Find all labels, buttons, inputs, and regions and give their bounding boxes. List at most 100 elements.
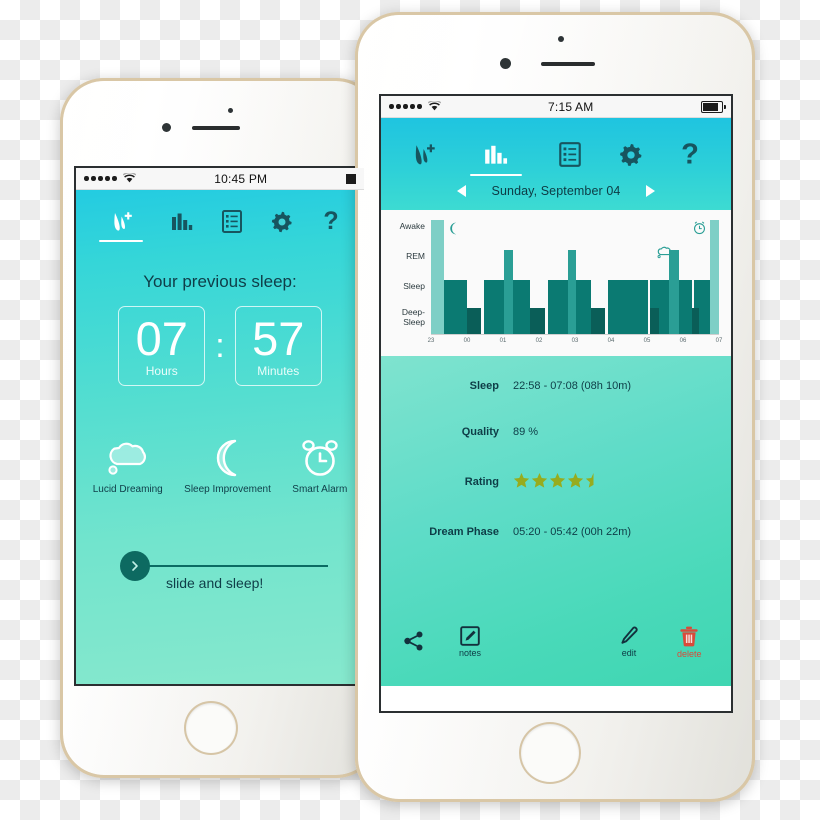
leaf-plus-icon: [114, 211, 132, 231]
left-home-button[interactable]: [186, 703, 236, 753]
action-toolbar: notes edit delete: [381, 626, 731, 672]
sleep-segment-bar: [567, 250, 577, 334]
left-status-bar: 10:45 PM: [76, 168, 364, 190]
left-sensor-icon: [228, 108, 233, 113]
right-phone-screen: 7:15 AM ? Sunday, September 04 Awake REM…: [381, 96, 731, 711]
sleep-chart-container: Awake REM Sleep Deep- Sleep 23 00 01 02 03 04 0…: [381, 210, 731, 356]
sleep-chart-plot[interactable]: [431, 220, 719, 334]
list-document-icon: [559, 141, 581, 167]
question-mark-icon: ?: [323, 208, 338, 234]
right-sensor-icon: [558, 36, 564, 42]
x-tick-label: 05: [643, 338, 651, 344]
chart-x-axis: [431, 334, 719, 335]
left-hours-box: 07 Hours: [118, 306, 206, 386]
star-half-icon: [585, 472, 602, 492]
deep-sleep-overlay: [590, 308, 606, 334]
edit-button[interactable]: edit: [619, 626, 639, 658]
left-tab-home[interactable]: [99, 210, 144, 242]
list-document-icon: [221, 209, 242, 233]
x-tick-label: 03: [571, 338, 579, 344]
right-tab-stats[interactable]: [469, 142, 522, 176]
share-button[interactable]: [403, 630, 425, 652]
pencil-icon: [621, 626, 638, 644]
question-mark-icon: ?: [681, 140, 699, 168]
right-battery-icon: [701, 100, 726, 113]
stat-row-value: 05:20 - 05:42 (00h 22m): [513, 526, 632, 538]
right-status-time: 7:15 AM: [548, 99, 594, 114]
left-feature-lucid-dreaming-label: Lucid Dreaming: [92, 484, 163, 495]
right-status-bar: 7:15 AM: [381, 96, 731, 118]
left-feature-smart-alarm-label: Smart Alarm: [292, 484, 348, 495]
right-earpiece-speaker: [541, 62, 595, 66]
sleep-segment-bar: [431, 220, 444, 334]
sleep-segment-bar: [513, 280, 531, 334]
left-slider-label: slide and sleep!: [166, 575, 264, 591]
right-home-button[interactable]: [521, 724, 579, 782]
x-tick-label: 02: [535, 338, 543, 344]
left-status-time: 10:45 PM: [214, 171, 268, 186]
right-tab-help[interactable]: ?: [679, 140, 701, 177]
left-slider-track[interactable]: [138, 565, 328, 567]
right-wifi-icon: [427, 98, 441, 116]
chevron-right-icon: [132, 561, 138, 571]
notes-button-label: notes: [459, 648, 482, 658]
sleep-segment-bar: [484, 280, 505, 334]
left-minutes-box: 57 Minutes: [234, 306, 322, 386]
right-tab-stats-underline: [469, 173, 522, 176]
current-date-label: Sunday, September 04: [491, 184, 621, 198]
left-tab-list[interactable]: [220, 209, 244, 243]
deep-sleep-overlay: [467, 308, 482, 334]
delete-button[interactable]: delete: [677, 626, 702, 659]
star-full-icon: [531, 472, 548, 492]
next-day-button[interactable]: [646, 185, 656, 197]
left-feature-smart-alarm[interactable]: Smart Alarm: [292, 438, 347, 495]
sleep-segment-bar: [679, 280, 692, 334]
left-slide-to-sleep[interactable]: slide and sleep!: [76, 531, 364, 621]
left-feature-lucid-dreaming[interactable]: Lucid Dreaming: [93, 438, 163, 495]
left-slider-knob[interactable]: [120, 551, 150, 581]
crescent-moon-icon: [216, 439, 236, 477]
sleep-stat-rows: Sleep 22:58 - 07:08 (08h 10m) Quality 89 % R…: [381, 356, 731, 538]
left-earpiece-speaker: [192, 126, 240, 130]
deep-sleep-overlay: [691, 308, 699, 334]
left-tab-stats[interactable]: [170, 210, 194, 243]
notes-button[interactable]: notes: [459, 626, 481, 658]
svg-text:?: ?: [681, 140, 699, 168]
left-hours-value: 07: [135, 311, 188, 365]
prev-day-button[interactable]: [456, 185, 466, 197]
stat-row: Quality 89 %: [381, 426, 731, 438]
left-tab-help[interactable]: ?: [321, 208, 341, 243]
deep-sleep-overlay: [650, 308, 659, 334]
y-label-deep-sleep: Deep- Sleep: [401, 307, 425, 327]
y-label-sleep: Sleep: [403, 281, 425, 291]
left-time-separator: :: [215, 326, 225, 365]
x-tick-label: 01: [499, 338, 507, 344]
edit-button-label: edit: [621, 648, 637, 658]
stat-row-label: Quality: [461, 426, 499, 438]
right-tab-home[interactable]: [411, 142, 435, 177]
chart-y-axis-labels: Awake REM Sleep Deep- Sleep: [381, 210, 427, 356]
right-tab-list[interactable]: [557, 141, 583, 177]
left-minutes-value: 57: [252, 311, 305, 365]
stat-row: Rating: [381, 472, 731, 492]
left-wifi-icon: [122, 170, 136, 188]
left-phone-device: 10:45 PM ? Your previous sleep: 07 Hours…: [60, 78, 380, 778]
right-tab-settings[interactable]: [618, 142, 644, 177]
left-phone-screen: 10:45 PM ? Your previous sleep: 07 Hours…: [76, 168, 364, 684]
left-battery-icon: [346, 173, 356, 184]
sleep-segment-bar: [608, 280, 649, 334]
star-full-icon: [513, 472, 530, 492]
right-phone-device: 7:15 AM ? Sunday, September 04 Awake REM…: [355, 12, 755, 802]
left-tab-home-underline: [99, 239, 144, 242]
alarm-annotation-icon: [692, 220, 707, 240]
deep-sleep-overlay: [530, 308, 545, 334]
left-minutes-unit: Minutes: [257, 363, 300, 378]
left-feature-row: Lucid Dreaming Sleep Improvement Smart A…: [76, 438, 364, 495]
left-tab-settings[interactable]: [270, 210, 294, 243]
screenshot-stage: 10:45 PM ? Your previous sleep: 07 Hours…: [0, 0, 820, 820]
left-feature-sleep-improvement[interactable]: Sleep Improvement: [184, 438, 271, 495]
stat-row-label: Dream Phase: [429, 526, 499, 538]
sleep-segment-bar: [547, 280, 568, 334]
sleep-segment-bar: [504, 250, 514, 334]
svg-text:?: ?: [323, 208, 338, 234]
